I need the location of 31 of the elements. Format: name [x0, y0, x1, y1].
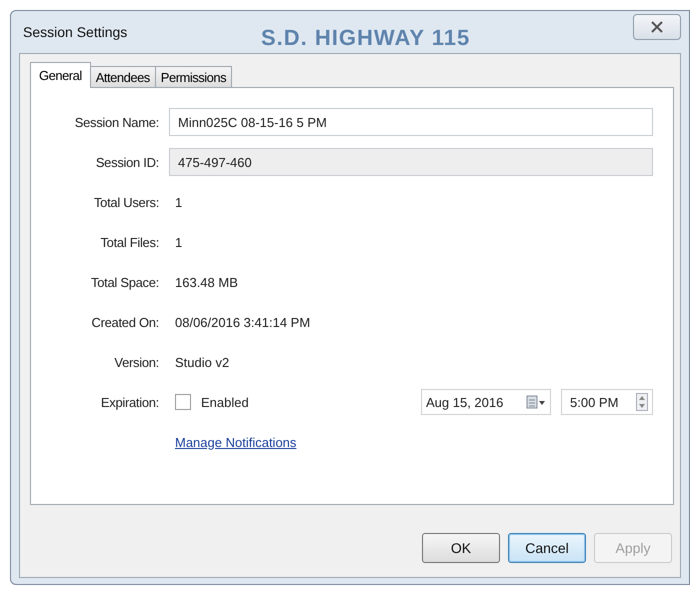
checkbox[interactable] [175, 394, 191, 410]
field-label: Version: [113, 354, 160, 370]
close-button[interactable] [633, 14, 681, 40]
calendar-dropdown-icon [526, 395, 546, 409]
field-value: 1 [174, 194, 182, 210]
field-label: Total Users: [92, 194, 160, 210]
field-value: 1 [174, 234, 182, 250]
dialog-button[interactable]: Cancel [508, 533, 586, 563]
session-id-field: 475-497-460 [169, 148, 653, 176]
time-spinner[interactable]: 5:00 PM [561, 389, 653, 415]
tab[interactable]: Attendees [90, 66, 156, 88]
tab[interactable]: General [30, 62, 91, 88]
field-label: Total Space: [90, 274, 160, 290]
date-picker[interactable]: Aug 15, 2016 [421, 389, 551, 415]
session-name-field[interactable]: Minn025C 08-15-16 5 PM [169, 108, 653, 136]
field-label: Created On: [90, 314, 160, 330]
close-icon [651, 21, 663, 33]
background-text: S.D. HIGHWAY 115 [261, 25, 470, 51]
spinner-arrows-icon [636, 393, 648, 411]
field-value: 163.48 MB [174, 274, 238, 290]
field-label: Session ID: [94, 154, 160, 170]
window-title: Session Settings [23, 24, 128, 40]
field-value: Studio v2 [174, 354, 230, 370]
checkbox-label: Enabled [200, 394, 249, 410]
manage-notifications-link[interactable]: Manage Notifications [169, 434, 296, 450]
tab[interactable]: Permissions [154, 66, 232, 88]
field-label: Expiration: [100, 394, 160, 410]
field-label: Session Name: [74, 114, 160, 130]
field-label: Total Files: [99, 234, 160, 250]
field-value: 08/06/2016 3:41:14 PM [174, 314, 310, 330]
dialog-button[interactable]: OK [422, 533, 500, 563]
